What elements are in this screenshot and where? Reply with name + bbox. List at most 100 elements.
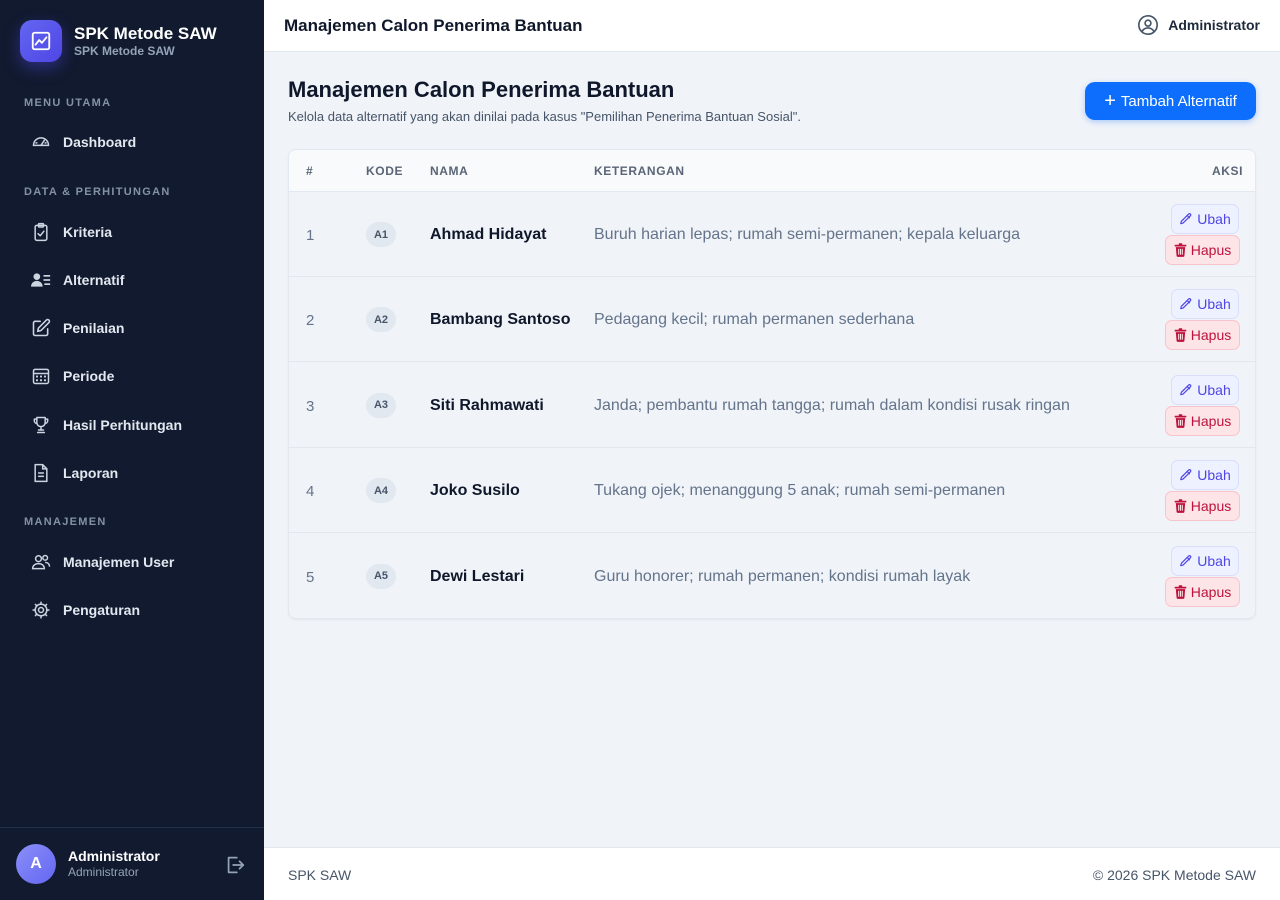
- row-number: 5: [306, 568, 315, 586]
- code-badge: A3: [366, 392, 396, 418]
- delete-button-label: Hapus: [1190, 412, 1232, 429]
- pencil-square-icon: [30, 317, 52, 339]
- column-header-action: AKSI: [1212, 164, 1244, 178]
- user-circle-icon: [1138, 15, 1159, 35]
- topbar: Manajemen Calon Penerima Bantuan Adminis…: [264, 0, 1280, 52]
- code-badge: A1: [366, 222, 396, 247]
- delete-button[interactable]: Hapus: [1165, 491, 1240, 522]
- trending-chart-icon: [20, 20, 62, 62]
- delete-button[interactable]: Hapus: [1165, 576, 1240, 607]
- sidebar: SPK Metode SAW SPK Metode SAW MENU UTAMA…: [0, 0, 264, 900]
- edit-button[interactable]: Ubah: [1171, 374, 1239, 405]
- sidebar-item-dashboard[interactable]: Dashboard: [24, 124, 244, 160]
- alternative-name: Joko Susilo: [430, 482, 520, 500]
- column-header-description: KETERANGAN: [594, 164, 685, 178]
- sidebar-item-label: Periode: [63, 368, 115, 384]
- user-role: Administrator: [68, 865, 139, 879]
- sidebar-item-laporan[interactable]: Laporan: [24, 455, 244, 491]
- sidebar-item-label: Pengaturan: [63, 602, 141, 618]
- edit-button[interactable]: Ubah: [1171, 545, 1239, 576]
- sidebar-item-alternatif[interactable]: Alternatif: [24, 262, 244, 298]
- row-number: 2: [306, 312, 315, 330]
- column-header-name: NAMA: [430, 164, 469, 178]
- pencil-icon: [1180, 383, 1192, 396]
- delete-button-label: Hapus: [1190, 583, 1232, 600]
- sidebar-item-penilaian[interactable]: Penilaian: [24, 310, 244, 346]
- alternative-description: Janda; pembantu rumah tangga; rumah dala…: [594, 396, 1070, 414]
- footer-app-name: SPK SAW: [288, 867, 352, 883]
- add-alternative-label: Tambah Alternatif: [1120, 92, 1237, 110]
- row-number: 3: [306, 397, 315, 415]
- trophy-icon: [30, 414, 52, 436]
- user-menu-label: Administrator: [1168, 17, 1260, 33]
- sidebar-item-kriteria[interactable]: Kriteria: [24, 214, 244, 250]
- sidebar-item-label: Kriteria: [63, 224, 113, 240]
- table-header: # KODE NAMA KETERANGAN AKSI: [289, 150, 1255, 192]
- delete-button-label: Hapus: [1190, 242, 1232, 258]
- brand[interactable]: SPK Metode SAW SPK Metode SAW: [20, 20, 217, 62]
- page-subtitle: Kelola data alternatif yang akan dinilai…: [288, 109, 801, 124]
- alternative-description: Guru honorer; rumah permanen; kondisi ru…: [594, 567, 971, 585]
- table-row: 2 A2 Bambang Santoso Pedagang kecil; rumah …: [289, 277, 1255, 363]
- sidebar-item-label: Alternatif: [63, 272, 125, 288]
- trash-icon: [1174, 584, 1187, 599]
- sidebar-item-pengaturan[interactable]: Pengaturan: [24, 592, 244, 628]
- pencil-icon: [1180, 213, 1192, 225]
- code-badge: A5: [366, 563, 396, 589]
- row-number: 1: [306, 227, 315, 244]
- table-row: 1 A1 Ahmad Hidayat Buruh harian lepas; ruma…: [289, 192, 1255, 277]
- logout-icon[interactable]: [224, 854, 246, 876]
- trash-icon: [1174, 243, 1187, 257]
- gauge-icon: [30, 131, 52, 153]
- people-icon: [30, 551, 52, 573]
- calendar-icon: [30, 365, 52, 387]
- delete-button[interactable]: Hapus: [1165, 320, 1240, 351]
- pencil-icon: [1180, 298, 1192, 310]
- page-title: Manajemen Calon Penerima Bantuan: [288, 77, 675, 102]
- add-alternative-button[interactable]: + Tambah Alternatif: [1085, 82, 1256, 120]
- delete-button[interactable]: Hapus: [1165, 405, 1240, 436]
- delete-button[interactable]: Hapus: [1165, 235, 1240, 265]
- delete-button-label: Hapus: [1190, 498, 1232, 515]
- column-header-no: #: [306, 164, 314, 178]
- alternative-description: Buruh harian lepas; rumah semi-permanen;…: [594, 226, 1021, 243]
- edit-button[interactable]: Ubah: [1171, 289, 1239, 320]
- user-menu[interactable]: Administrator: [1137, 14, 1260, 36]
- alternative-name: Siti Rahmawati: [430, 396, 544, 414]
- footer: SPK SAW © 2026 SPK Metode SAW: [264, 847, 1280, 900]
- pencil-icon: [1180, 554, 1192, 566]
- sidebar-item-label: Penilaian: [63, 320, 125, 336]
- brand-title: SPK Metode SAW: [74, 24, 217, 43]
- edit-button[interactable]: Ubah: [1171, 204, 1239, 234]
- sidebar-item-hasil-perhitungan[interactable]: Hasil Perhitungan: [24, 407, 244, 443]
- edit-button-label: Ubah: [1197, 296, 1231, 313]
- alternative-description: Tukang ojek; menanggung 5 anak; rumah se…: [594, 482, 1006, 500]
- sidebar-item-periode[interactable]: Periode: [24, 358, 244, 394]
- sidebar-item-label: Hasil Perhitungan: [63, 417, 183, 433]
- plus-icon: +: [1104, 90, 1116, 112]
- sidebar-user-panel: A Administrator Administrator: [0, 827, 264, 900]
- section-label-data-perhitungan: DATA & PERHITUNGAN: [24, 186, 171, 198]
- sidebar-item-label: Dashboard: [63, 134, 137, 150]
- document-icon: [30, 462, 52, 484]
- edit-button[interactable]: Ubah: [1171, 460, 1239, 491]
- edit-button-label: Ubah: [1197, 467, 1231, 484]
- alternative-name: Ahmad Hidayat: [430, 226, 547, 243]
- edit-button-label: Ubah: [1197, 381, 1231, 398]
- edit-button-label: Ubah: [1197, 211, 1231, 227]
- sidebar-item-label: Manajemen User: [63, 554, 175, 570]
- sidebar-item-manajemen-user[interactable]: Manajemen User: [24, 544, 244, 580]
- edit-button-label: Ubah: [1197, 552, 1231, 569]
- alternative-name: Dewi Lestari: [430, 567, 525, 585]
- trash-icon: [1174, 499, 1187, 514]
- trash-icon: [1174, 414, 1187, 428]
- row-number: 4: [306, 483, 315, 501]
- trash-icon: [1174, 328, 1187, 343]
- column-header-code: KODE: [366, 164, 404, 178]
- sidebar-item-label: Laporan: [63, 465, 119, 481]
- table-row: 5 A5 Dewi Lestari Guru honorer; rumah perma…: [289, 534, 1255, 618]
- topbar-title: Manajemen Calon Penerima Bantuan: [284, 16, 583, 35]
- clipboard-check-icon: [30, 221, 52, 243]
- delete-button-label: Hapus: [1190, 327, 1232, 344]
- table-row: 3 A3 Siti Rahmawati Janda; pembantu rumah t…: [289, 363, 1255, 448]
